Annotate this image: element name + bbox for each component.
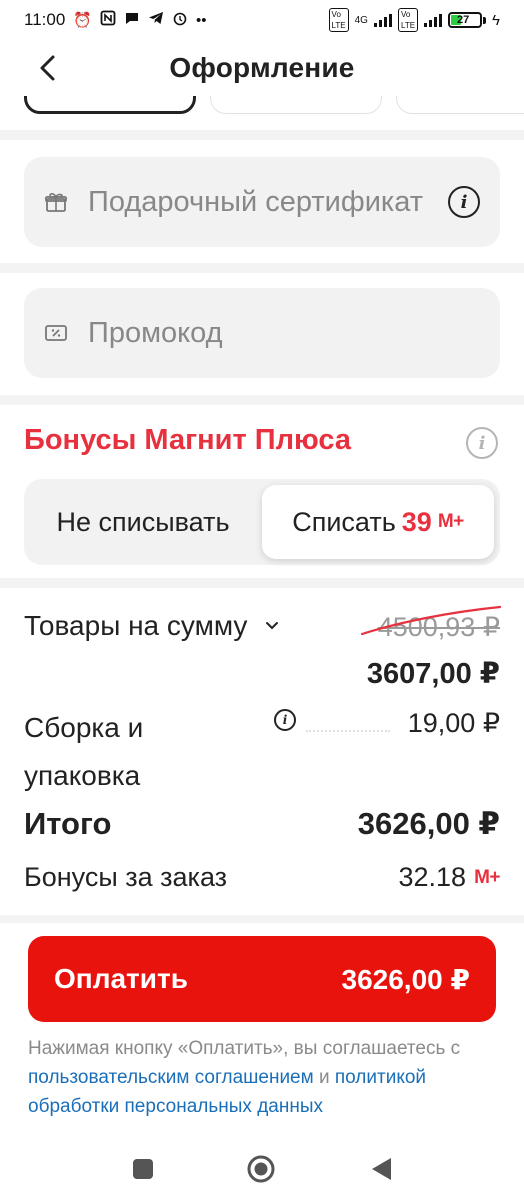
order-bonus-value-group: 32.18 М+	[398, 862, 500, 893]
app-header: Оформление	[0, 40, 524, 96]
goods-new-price: 3607,00 ₽	[366, 658, 500, 690]
promo-code-field[interactable]: Промокод	[24, 288, 500, 378]
page-title: Оформление	[169, 52, 355, 83]
order-bonus-value: 32.18	[398, 862, 467, 892]
more-dots-icon: ••	[195, 11, 207, 29]
mplus-logo-icon: М+	[474, 866, 500, 888]
section-divider	[0, 263, 524, 273]
chat-icon	[124, 10, 140, 30]
pay-button-amount: 3626,00 ₽	[341, 963, 470, 995]
coupon-icon	[45, 325, 67, 341]
telegram-icon	[148, 10, 164, 30]
nfc-icon	[100, 10, 116, 30]
charging-icon: ϟ	[492, 11, 500, 29]
section-divider	[0, 395, 524, 405]
back-nav-button[interactable]	[366, 1154, 396, 1184]
alarm-clock-icon	[172, 10, 188, 30]
gift-icon	[45, 193, 67, 212]
option-cards-row	[0, 96, 524, 118]
section-divider	[0, 578, 524, 588]
legal-text: Нажимая кнопку «Оплатить», вы соглашаете…	[28, 1038, 461, 1059]
pay-button-label: Оплатить	[54, 963, 188, 994]
system-nav-bar	[0, 1140, 524, 1200]
gift-certificate-input[interactable]: Подарочный сертификат	[88, 186, 438, 219]
packing-label-line2: упаковка	[24, 760, 141, 791]
promo-code-input[interactable]: Промокод	[88, 317, 480, 350]
network-type: 4G	[354, 14, 368, 26]
home-button[interactable]	[246, 1154, 276, 1184]
chevron-down-icon	[266, 622, 279, 630]
total-label: Итого	[24, 806, 112, 841]
legal-and: и	[313, 1067, 335, 1088]
status-time: 11:00	[24, 10, 66, 29]
order-bonus-label: Бонусы за заказ	[24, 862, 228, 892]
signal-icon-2	[424, 13, 443, 27]
pay-button[interactable]: Оплатить 3626,00 ₽	[28, 936, 496, 1022]
option-keep-bonuses[interactable]: Не списывать	[24, 479, 262, 565]
square-icon	[133, 1159, 153, 1179]
mplus-logo-icon: М+	[437, 511, 464, 532]
bonus-spend-toggle: Не списывать Списать 39 М+	[24, 479, 500, 565]
option-card[interactable]	[396, 96, 524, 114]
circle-icon	[247, 1155, 275, 1183]
option-spend-bonuses[interactable]: Списать 39 М+	[262, 485, 494, 559]
goods-total-label: Товары на сумму	[24, 610, 248, 641]
gift-certificate-field[interactable]: Подарочный сертификат i	[24, 157, 500, 247]
bonuses-title: Бонусы Магнит Плюса	[24, 424, 352, 456]
triangle-back-icon	[372, 1158, 391, 1180]
bonuses-info-icon[interactable]: i	[466, 427, 498, 459]
legal-notice: Нажимая кнопку «Оплатить», вы соглашаете…	[28, 1034, 498, 1121]
battery-icon: 27	[448, 12, 487, 28]
section-divider	[0, 130, 524, 140]
option-card-selected[interactable]	[24, 96, 196, 114]
price-strike-line	[360, 605, 502, 636]
recents-button[interactable]	[128, 1154, 158, 1184]
packing-price: 19,00 ₽	[407, 708, 500, 738]
status-bar: 11:00 ⏰ •• Vo LTE 4G Vo LTE 27 ϟ	[0, 0, 524, 40]
total-price: 3626,00 ₽	[357, 806, 500, 841]
spend-label: Списать	[292, 506, 396, 537]
packing-label: Сборка и упаковка	[24, 704, 143, 800]
packing-info-icon[interactable]: i	[274, 709, 296, 731]
info-icon[interactable]: i	[448, 186, 480, 218]
battery-level: 27	[457, 14, 470, 26]
dotted-leader	[306, 730, 390, 732]
signal-icon	[373, 13, 392, 27]
user-agreement-link[interactable]: пользовательским соглашением	[28, 1067, 314, 1088]
alarm-icon: ⏰	[73, 12, 92, 29]
section-divider	[0, 915, 524, 923]
spend-amount: 39	[401, 506, 432, 537]
packing-label-line1: Сборка и	[24, 712, 144, 743]
volte-icon-2: Vo LTE	[397, 8, 419, 32]
volte-icon: Vo LTE	[328, 8, 349, 32]
option-card[interactable]	[210, 96, 382, 114]
